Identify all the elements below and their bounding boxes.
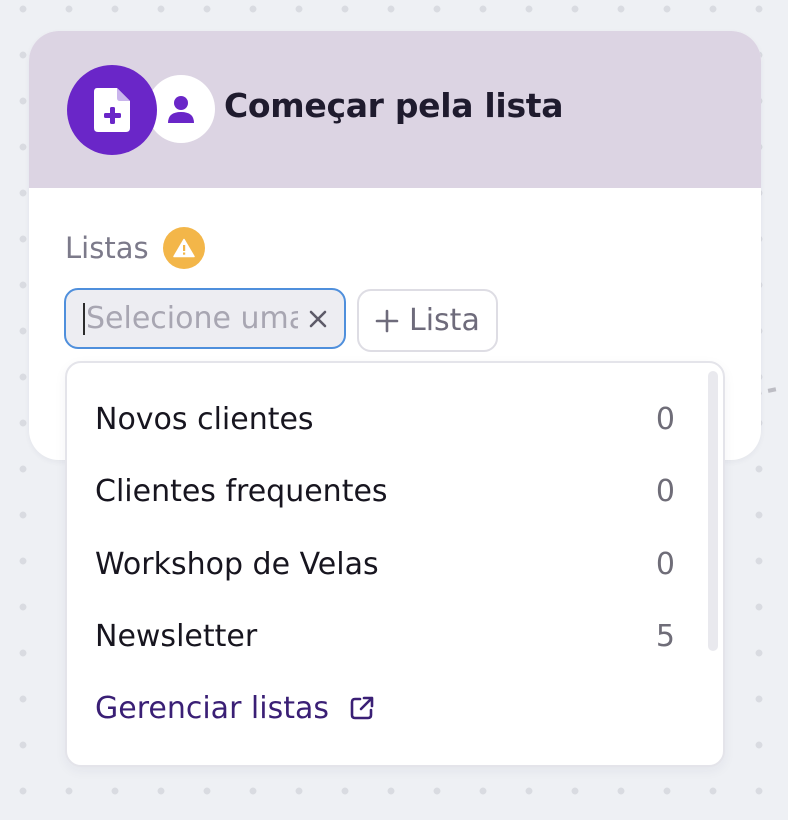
text-caret [83, 302, 85, 335]
list-option[interactable]: Novos clientes 0 [95, 394, 675, 444]
lists-field-label: Listas [65, 227, 205, 269]
manage-lists-link[interactable]: Gerenciar listas [95, 683, 375, 733]
file-add-icon [67, 65, 157, 155]
select-placeholder: Selecione uma [86, 301, 298, 336]
card-header: Começar pela lista [29, 31, 761, 188]
lists-label: Listas [65, 231, 149, 265]
list-option[interactable]: Workshop de Velas 0 [95, 539, 675, 589]
option-count: 0 [655, 401, 675, 437]
option-count: 0 [655, 473, 675, 509]
external-link-icon [349, 695, 375, 721]
list-option[interactable]: Newsletter 5 [95, 611, 675, 661]
warning-icon[interactable] [162, 227, 205, 269]
option-label: Workshop de Velas [95, 546, 379, 582]
plus-icon [375, 309, 399, 332]
close-icon[interactable] [306, 307, 330, 331]
manage-lists-label: Gerenciar listas [95, 690, 330, 726]
card-title: Começar pela lista [224, 86, 564, 125]
add-list-label: Lista [409, 303, 480, 338]
add-list-button[interactable]: Lista [357, 289, 498, 352]
list-dropdown[interactable]: Novos clientes 0 Clientes frequentes 0 W… [65, 361, 725, 767]
option-count: 5 [655, 618, 675, 654]
option-count: 0 [655, 546, 675, 582]
dropdown-scrollbar[interactable] [708, 371, 718, 651]
list-select-input[interactable]: Selecione uma [64, 288, 346, 349]
list-option[interactable]: Clientes frequentes 0 [95, 466, 675, 516]
option-label: Novos clientes [95, 401, 314, 437]
option-label: Clientes frequentes [95, 473, 388, 509]
user-icon [147, 75, 215, 143]
option-label: Newsletter [95, 618, 258, 654]
